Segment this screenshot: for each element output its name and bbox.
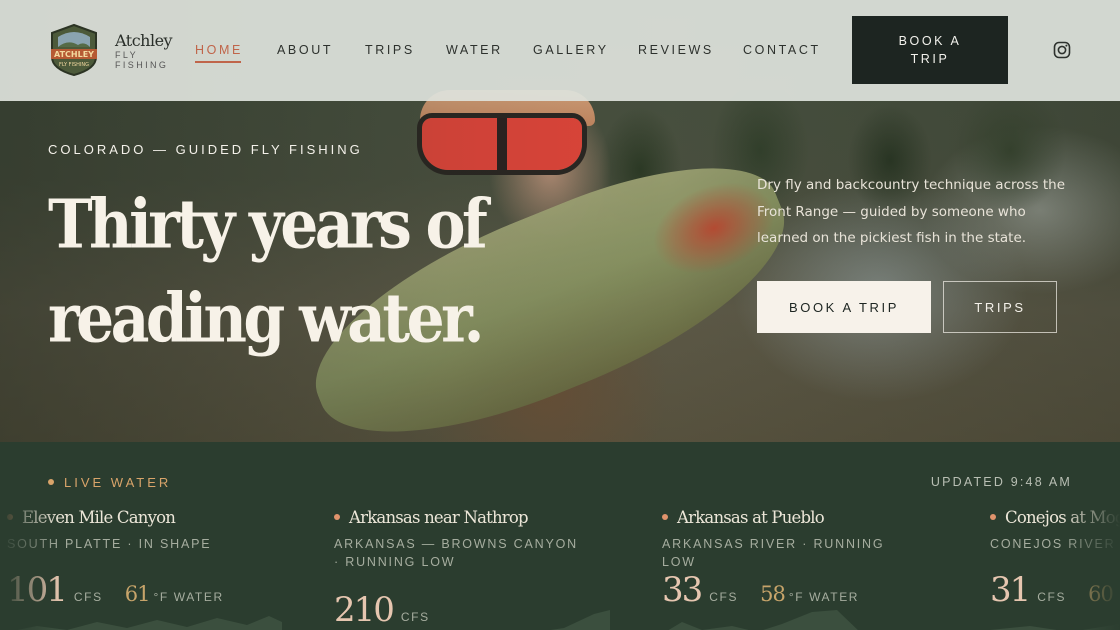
- gauge-name-text: Arkansas near Nathrop: [349, 508, 529, 527]
- gauge-sparkline: [668, 610, 858, 630]
- gauge-card[interactable]: Arkansas at Pueblo ARKANSAS RIVER · RUNN…: [662, 508, 952, 630]
- nav-trips[interactable]: TRIPS: [365, 43, 415, 57]
- instagram-icon[interactable]: [1053, 41, 1071, 59]
- gauge-subtitle: ARKANSAS RIVER · RUNNING LOW: [662, 537, 885, 569]
- logo-badge-sub: FLY FISHING: [59, 62, 89, 68]
- nav-reviews[interactable]: REVIEWS: [638, 43, 714, 57]
- gauge-name-text: Arkansas at Pueblo: [677, 508, 825, 527]
- hero-eyebrow: COLORADO — GUIDED FLY FISHING: [48, 142, 363, 157]
- gauge-sparkline: [509, 610, 610, 630]
- site-header: ATCHLEY FLY FISHING Atchley FLY FISHING …: [0, 0, 1120, 101]
- logo-badge-text: ATCHLEY: [54, 50, 94, 59]
- hero-headline-line-1: Thirty years of: [48, 185, 488, 265]
- gauge-temp-unit: °F WATER: [788, 590, 860, 604]
- nav-home[interactable]: HOME: [195, 43, 243, 57]
- hero-description: Dry fly and backcountry technique across…: [757, 177, 1066, 246]
- live-water-section: LIVE WATER UPDATED 9:48 AM Eleven Mile C…: [0, 442, 1120, 630]
- gauge-subtitle: ARKANSAS — BROWNS CANYON · RUNNING LOW: [334, 537, 578, 569]
- logo-subtitle: FLY FISHING: [115, 50, 169, 70]
- hero-headline: Thirty years of reading water.: [48, 178, 568, 366]
- nav-gallery[interactable]: GALLERY: [533, 43, 609, 57]
- book-trip-button[interactable]: BOOK A TRIP: [757, 281, 931, 333]
- logo-name: Atchley: [115, 31, 173, 50]
- gauge-cfs-unit: CFS: [709, 590, 739, 604]
- live-indicator-dot: [48, 478, 54, 485]
- gauge-cfs-unit: CFS: [73, 590, 103, 604]
- updated-timestamp: UPDATED 9:48 AM: [930, 475, 1072, 489]
- logo-wordmark[interactable]: Atchley FLY FISHING: [115, 31, 175, 71]
- live-water-label-text: LIVE WATER: [64, 475, 172, 490]
- logo-badge[interactable]: ATCHLEY FLY FISHING: [48, 23, 100, 77]
- hero-headline-line-2: reading water.: [48, 279, 484, 359]
- gauge-name: Arkansas near Nathrop: [334, 508, 529, 527]
- gauge-dot: [990, 513, 996, 520]
- trips-button[interactable]: TRIPS: [943, 281, 1057, 333]
- nav-water[interactable]: WATER: [446, 43, 503, 57]
- nav-active-underline: [195, 61, 241, 63]
- nav-contact[interactable]: CONTACT: [743, 43, 821, 57]
- gauge-temp: 58: [760, 582, 786, 606]
- gauge-card[interactable]: Arkansas near Nathrop ARKANSAS — BROWNS …: [334, 508, 624, 630]
- live-water-label: LIVE WATER: [48, 475, 171, 490]
- book-trip-nav-button[interactable]: BOOK A TRIP: [852, 16, 1008, 84]
- nav-about[interactable]: ABOUT: [277, 43, 333, 57]
- gauge-dot: [662, 513, 668, 520]
- gauge-name: Arkansas at Pueblo: [662, 508, 825, 527]
- gauge-dot: [334, 513, 340, 520]
- gauge-temp-unit: °F WATER: [153, 590, 224, 604]
- gauge-temp: 61: [124, 582, 151, 606]
